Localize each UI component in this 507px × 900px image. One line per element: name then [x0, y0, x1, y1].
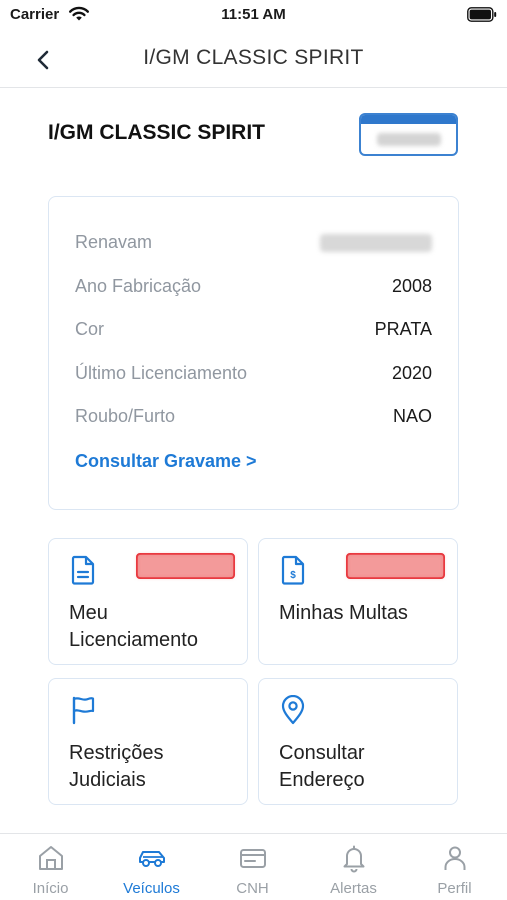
tab-label: CNH — [236, 880, 269, 897]
status-bar: Carrier 11:51 AM — [0, 0, 507, 30]
info-label: Último Licenciamento — [75, 363, 248, 383]
consultar-gravame-link[interactable]: Consultar Gravame > — [75, 451, 257, 472]
info-label: Roubo/Furto — [75, 406, 176, 426]
tab-label: Veículos — [123, 880, 180, 897]
tab-inicio[interactable]: Início — [0, 834, 101, 900]
home-icon — [39, 846, 63, 870]
tile-label: Restrições Judiciais — [69, 742, 164, 791]
bottom-tab-bar: Início Veículos CNH Alertas Perfil — [0, 833, 507, 900]
tile-meu-licenciamento[interactable]: Meu Licenciamento — [48, 538, 248, 665]
person-icon — [444, 846, 466, 870]
flag-icon — [72, 696, 95, 725]
info-label: Cor — [75, 319, 105, 339]
plate-number-redacted — [376, 133, 441, 146]
bell-icon — [343, 845, 365, 873]
tab-veiculos[interactable]: Veículos — [101, 834, 202, 900]
tab-cnh[interactable]: CNH — [202, 834, 303, 900]
tab-perfil[interactable]: Perfil — [404, 834, 505, 900]
count-badge-redacted — [136, 553, 235, 579]
count-badge-redacted — [346, 553, 445, 579]
info-label: Renavam — [75, 232, 153, 252]
battery-icon — [467, 7, 497, 22]
plate-header-strip — [361, 115, 456, 124]
info-row-ano-fabricacao: Ano Fabricação 2008 — [75, 276, 432, 300]
info-row-cor: Cor PRATA — [75, 319, 432, 343]
svg-text:$: $ — [290, 570, 296, 581]
tab-label: Início — [32, 880, 69, 897]
license-card-icon — [240, 849, 266, 868]
info-value: PRATA — [374, 319, 432, 339]
app-screen: Carrier 11:51 AM I/GM CLASSIC SPIRIT I/G… — [0, 0, 507, 900]
info-label: Ano Fabricação — [75, 276, 202, 296]
vehicle-title: I/GM CLASSIC SPIRIT — [48, 121, 266, 144]
info-value: 2020 — [391, 363, 432, 383]
tile-restricoes-judiciais[interactable]: Restrições Judiciais — [48, 678, 248, 805]
car-icon — [139, 851, 165, 867]
info-row-renavam: Renavam — [75, 232, 432, 256]
document-icon — [71, 555, 95, 585]
navigation-bar: I/GM CLASSIC SPIRIT — [0, 30, 507, 88]
renavam-value-redacted — [320, 234, 432, 252]
tab-alertas[interactable]: Alertas — [303, 834, 404, 900]
tile-consultar-endereco[interactable]: Consultar Endereço — [258, 678, 458, 805]
info-row-roubo-furto: Roubo/Furto NAO — [75, 406, 432, 430]
tab-label: Alertas — [330, 880, 377, 897]
fine-document-icon: $ — [281, 555, 305, 585]
tile-label: Consultar Endereço — [279, 742, 365, 791]
clock: 11:51 AM — [221, 6, 286, 23]
tile-minhas-multas[interactable]: $ Minhas Multas — [258, 538, 458, 665]
location-pin-icon — [281, 695, 305, 725]
tile-label: Meu Licenciamento — [69, 602, 198, 651]
tile-label: Minhas Multas — [279, 602, 408, 624]
vehicle-info-card: Renavam Ano Fabricação 2008 Cor PRATA Úl… — [48, 196, 459, 510]
page-title: I/GM CLASSIC SPIRIT — [143, 46, 364, 69]
info-value: 2008 — [391, 276, 432, 296]
info-value: NAO — [392, 406, 432, 426]
license-plate-badge — [359, 113, 458, 156]
tab-label: Perfil — [437, 880, 472, 897]
info-row-ultimo-licenciamento: Último Licenciamento 2020 — [75, 363, 432, 387]
